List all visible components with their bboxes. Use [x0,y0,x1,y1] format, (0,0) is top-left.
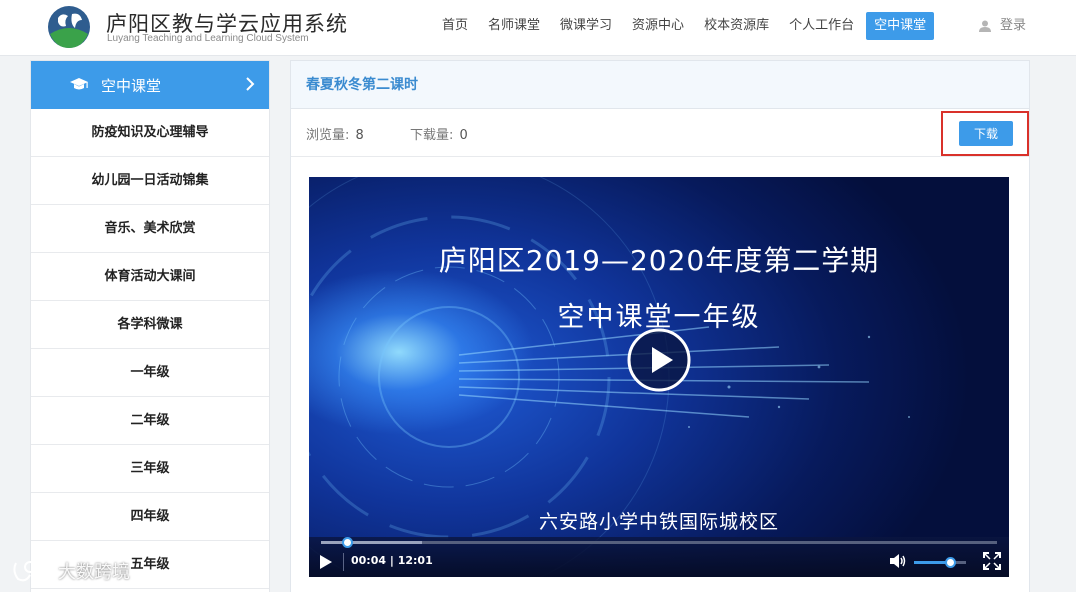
nav-home[interactable]: 首页 [434,12,476,40]
download-button[interactable]: 下载 [959,121,1013,146]
sidebar-item-music-art[interactable]: 音乐、美术欣赏 [31,205,269,253]
nav-personal-workspace[interactable]: 个人工作台 [781,12,862,40]
duration: 12:01 [397,554,433,567]
download-highlight: 下载 [941,111,1029,156]
video-player[interactable]: 庐阳区2019—2020年度第二学期 空中课堂一年级 六安路小学中铁国际城校区 … [309,177,1009,577]
progress-track[interactable] [321,537,997,548]
downloads-label: 下载量: [410,128,454,143]
login-link[interactable]: 登录 [978,12,1026,40]
time-display: 00:04 | 12:01 [351,554,433,567]
current-time: 00:04 [351,554,387,567]
chevron-right-icon [246,77,255,91]
nav-famous-teacher[interactable]: 名师课堂 [480,12,548,40]
sidebar-item-subject-micro[interactable]: 各学科微课 [31,301,269,349]
sidebar-item-grade-3[interactable]: 三年级 [31,445,269,493]
views-stat: 浏览量: 8 [306,124,364,143]
sidebar-item-kindergarten-day[interactable]: 幼儿园一日活动锦集 [31,157,269,205]
downloads-stat: 下载量: 0 [410,124,468,143]
brand-subtitle: Luyang Teaching and Learning Cloud Syste… [107,33,309,44]
main-nav: 首页 名师课堂 微课学习 资源中心 校本资源库 个人工作台 空中课堂 [434,12,938,40]
nav-micro-lessons[interactable]: 微课学习 [552,12,620,40]
watermark-text: 大数跨境 [58,562,130,583]
progress-buffered [321,541,423,544]
sidebar-item-epidemic-psychology[interactable]: 防疫知识及心理辅导 [31,109,269,157]
views-value: 8 [355,128,364,143]
graduation-cap-icon [70,78,88,90]
stats-bar: 浏览量: 8 下载量: 0 下载 [291,109,1029,157]
sidebar-item-grade-2[interactable]: 二年级 [31,397,269,445]
login-label: 登录 [1000,18,1027,33]
lesson-title: 春夏秋冬第二课时 [291,61,1029,109]
sidebar-item-sports-break[interactable]: 体育活动大课间 [31,253,269,301]
nav-air-classroom[interactable]: 空中课堂 [866,12,935,40]
system-logo[interactable] [42,4,96,50]
views-label: 浏览量: [306,128,350,143]
play-icon[interactable] [319,554,333,570]
volume-slider[interactable] [914,557,966,568]
fullscreen-icon[interactable] [983,552,1001,570]
sidebar-header[interactable]: 空中课堂 [31,61,269,109]
watermark-logo-icon [13,561,48,582]
sidebar: 空中课堂 防疫知识及心理辅导 幼儿园一日活动锦集 音乐、美术欣赏 体育活动大课间… [30,60,270,592]
video-school-name: 六安路小学中铁国际城校区 [538,511,779,533]
video-title-line-1: 庐阳区2019—2020年度第二学期 [438,244,880,277]
sidebar-header-label: 空中课堂 [101,76,162,95]
sidebar-item-grade-1[interactable]: 一年级 [31,349,269,397]
video-controls: 00:04 | 12:01 [309,537,1009,577]
volume-handle[interactable] [945,557,956,568]
downloads-value: 0 [459,128,468,143]
big-play-button[interactable] [626,327,692,393]
sidebar-item-grade-4[interactable]: 四年级 [31,493,269,541]
nav-school-resources[interactable]: 校本资源库 [696,12,777,40]
volume-icon[interactable] [889,553,907,569]
nav-resource-center[interactable]: 资源中心 [624,12,692,40]
top-header: 庐阳区教与学云应用系统 Luyang Teaching and Learning… [0,0,1076,56]
time-separator: | [389,554,398,567]
user-icon [979,20,991,32]
controls-divider [343,553,344,571]
progress-handle[interactable] [342,537,353,548]
content-panel: 春夏秋冬第二课时 浏览量: 8 下载量: 0 下载 庐阳区2019—2020年度… [290,60,1030,592]
watermark: 大数跨境 [12,558,130,584]
